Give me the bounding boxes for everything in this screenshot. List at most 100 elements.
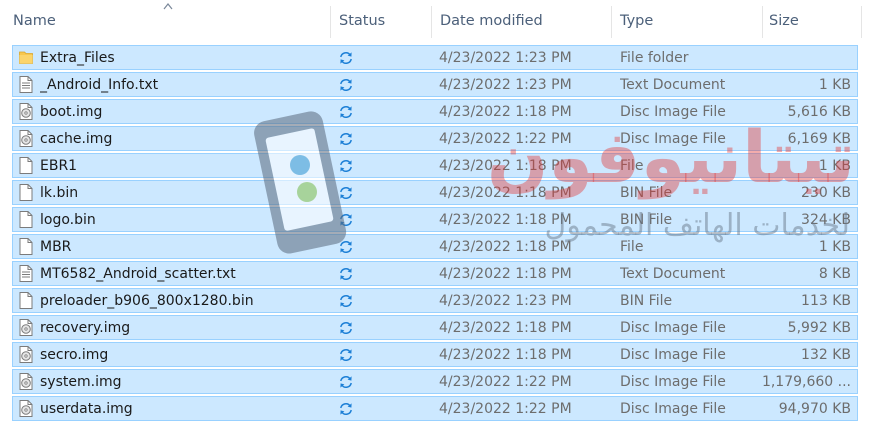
file-icon: [19, 292, 33, 309]
disc-image-icon: [19, 130, 33, 147]
file-row[interactable]: preloader_b906_800x1280.bin 4/23/2022 1:2…: [12, 288, 858, 313]
column-divider[interactable]: [330, 6, 331, 38]
sync-status-icon: [340, 322, 352, 334]
file-name: logo.bin: [40, 212, 96, 228]
file-date-modified: 4/23/2022 1:18 PM: [439, 212, 572, 228]
file-row[interactable]: MT6582_Android_scatter.txt 4/23/2022 1:18…: [12, 261, 858, 286]
text-document-icon: [19, 265, 33, 282]
file-type: Disc Image File: [620, 104, 726, 120]
disc-image-icon: [19, 400, 33, 417]
file-type: BIN File: [620, 293, 673, 309]
file-row[interactable]: recovery.img 4/23/2022 1:18 PM Disc Image …: [12, 315, 858, 340]
file-date-modified: 4/23/2022 1:18 PM: [439, 104, 572, 120]
sync-status-icon: [340, 106, 352, 118]
file-date-modified: 4/23/2022 1:22 PM: [439, 131, 572, 147]
column-header-bar: Name Status Date modified Type Size: [0, 0, 862, 42]
file-date-modified: 4/23/2022 1:23 PM: [439, 50, 572, 66]
file-row[interactable]: system.img 4/23/2022 1:22 PM Disc Image Fi…: [12, 369, 858, 394]
file-type: Disc Image File: [620, 401, 726, 417]
file-row[interactable]: EBR1 4/23/2022 1:18 PM File 1 KB: [12, 153, 858, 178]
file-name: _Android_Info.txt: [40, 77, 159, 93]
file-name: secro.img: [40, 347, 109, 363]
file-icon: [19, 184, 33, 201]
file-date-modified: 4/23/2022 1:22 PM: [439, 401, 572, 417]
file-row[interactable]: cache.img 4/23/2022 1:22 PM Disc Image Fil…: [12, 126, 858, 151]
column-divider[interactable]: [762, 6, 763, 38]
sync-status-icon: [340, 403, 352, 415]
column-divider[interactable]: [431, 6, 432, 38]
file-row[interactable]: logo.bin 4/23/2022 1:18 PM BIN File 324 KB: [12, 207, 858, 232]
file-row[interactable]: secro.img 4/23/2022 1:18 PM Disc Image Fil…: [12, 342, 858, 367]
sync-status-icon: [340, 160, 352, 172]
file-row[interactable]: MBR 4/23/2022 1:18 PM File 1 KB: [12, 234, 858, 259]
column-header-type[interactable]: Type: [620, 0, 760, 42]
disc-image-icon: [19, 319, 33, 336]
column-divider[interactable]: [611, 6, 612, 38]
column-header-date-modified[interactable]: Date modified: [440, 0, 610, 42]
disc-image-icon: [19, 346, 33, 363]
text-document-icon: [19, 76, 33, 93]
file-size: 132 KB: [801, 347, 851, 363]
file-date-modified: 4/23/2022 1:18 PM: [439, 347, 572, 363]
file-size: 1,179,660 ...: [761, 374, 851, 390]
file-icon: [19, 238, 33, 255]
file-size: 5,992 KB: [787, 320, 851, 336]
file-row[interactable]: userdata.img 4/23/2022 1:22 PM Disc Image …: [12, 396, 858, 421]
file-date-modified: 4/23/2022 1:22 PM: [439, 374, 572, 390]
file-name: lk.bin: [40, 185, 79, 201]
file-row[interactable]: boot.img 4/23/2022 1:18 PM Disc Image File…: [12, 99, 858, 124]
file-size: 230 KB: [801, 185, 851, 201]
file-size: 1 KB: [818, 158, 851, 174]
file-type: Text Document: [620, 77, 726, 93]
sync-status-icon: [340, 52, 352, 64]
file-type: Disc Image File: [620, 347, 726, 363]
column-header-status[interactable]: Status: [339, 0, 429, 42]
file-type: File: [620, 239, 644, 255]
sync-status-icon: [340, 268, 352, 280]
file-size: 1 KB: [818, 239, 851, 255]
file-name: EBR1: [40, 158, 78, 174]
column-header-size[interactable]: Size: [769, 0, 859, 42]
sync-status-icon: [340, 187, 352, 199]
file-name: Extra_Files: [40, 50, 115, 66]
column-divider[interactable]: [861, 6, 862, 38]
file-date-modified: 4/23/2022 1:23 PM: [439, 77, 572, 93]
file-type: Disc Image File: [620, 320, 726, 336]
file-name: boot.img: [40, 104, 103, 120]
file-size: 1 KB: [818, 77, 851, 93]
file-type: Text Document: [620, 266, 726, 282]
folder-icon: [19, 51, 33, 64]
disc-image-icon: [19, 103, 33, 120]
file-name: userdata.img: [40, 401, 133, 417]
file-size: 5,616 KB: [787, 104, 851, 120]
file-name: recovery.img: [40, 320, 131, 336]
file-row[interactable]: lk.bin 4/23/2022 1:18 PM BIN File 230 KB: [12, 180, 858, 205]
file-date-modified: 4/23/2022 1:18 PM: [439, 239, 572, 255]
file-type: Disc Image File: [620, 374, 726, 390]
file-type: BIN File: [620, 185, 673, 201]
file-row[interactable]: Extra_Files 4/23/2022 1:23 PM File folder: [12, 45, 858, 70]
sync-status-icon: [340, 376, 352, 388]
file-size: 6,169 KB: [787, 131, 851, 147]
file-type: File folder: [620, 50, 689, 66]
sync-status-icon: [340, 241, 352, 253]
file-date-modified: 4/23/2022 1:23 PM: [439, 293, 572, 309]
file-type: BIN File: [620, 212, 673, 228]
file-name: cache.img: [40, 131, 113, 147]
sync-status-icon: [340, 133, 352, 145]
file-size: 113 KB: [801, 293, 851, 309]
file-icon: [19, 157, 33, 174]
file-size: 94,970 KB: [778, 401, 851, 417]
file-date-modified: 4/23/2022 1:18 PM: [439, 320, 572, 336]
sync-status-icon: [340, 79, 352, 91]
column-header-name[interactable]: Name: [13, 0, 328, 42]
file-name: preloader_b906_800x1280.bin: [40, 293, 254, 309]
file-name: MT6582_Android_scatter.txt: [40, 266, 236, 282]
file-icon: [19, 211, 33, 228]
file-row[interactable]: _Android_Info.txt 4/23/2022 1:23 PM Text D…: [12, 72, 858, 97]
disc-image-icon: [19, 373, 33, 390]
sync-status-icon: [340, 295, 352, 307]
file-type: File: [620, 158, 644, 174]
file-date-modified: 4/23/2022 1:18 PM: [439, 158, 572, 174]
sync-status-icon: [340, 214, 352, 226]
